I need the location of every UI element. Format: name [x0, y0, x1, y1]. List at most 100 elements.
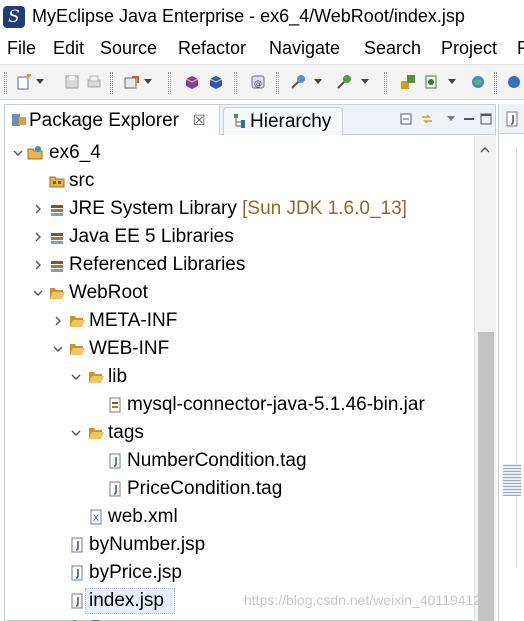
view-tab-bar: Package Explorer ☒ Hierarchy	[5, 105, 495, 135]
tab-label: Package Explorer	[29, 110, 179, 131]
new-package-icon[interactable]	[400, 74, 416, 90]
tree-item-javaee-library[interactable]: Java EE 5 Libraries	[5, 223, 478, 251]
minimize-icon[interactable]	[463, 113, 475, 125]
chevron-down-icon[interactable]	[33, 288, 43, 298]
library-icon	[51, 205, 63, 216]
tree-label: ex6_4	[49, 142, 101, 163]
svg-text:X: X	[93, 514, 99, 524]
tree-item-web-inf[interactable]: WEB-INF	[5, 335, 478, 363]
tree-item-jsp-file[interactable]: byPrice.jsp	[5, 559, 478, 587]
chevron-down-icon[interactable]	[13, 148, 23, 158]
jsp-file-icon	[71, 537, 83, 553]
chevron-down-icon[interactable]	[71, 372, 81, 382]
tab-package-explorer[interactable]: Package Explorer ☒	[5, 105, 220, 135]
new-icon[interactable]	[16, 74, 32, 90]
tag-file-icon	[109, 481, 121, 497]
menu-file[interactable]: File	[7, 38, 36, 59]
debug-icon[interactable]	[290, 74, 306, 90]
tree-item-jar[interactable]: mysql-connector-java-5.1.46-bin.jar	[5, 391, 478, 419]
open-type-icon[interactable]	[184, 74, 200, 90]
tree-label: lib	[108, 366, 128, 387]
tree-label: NumberCondition.tag	[127, 450, 307, 471]
toolbar-grip	[4, 72, 7, 94]
tree-label: PriceCondition.tag	[127, 478, 283, 499]
title-bar: S MyEclipse Java Enterprise - ex6_4/WebR…	[0, 0, 524, 34]
deploy-icon[interactable]	[124, 74, 140, 90]
jre-decoration: [Sun JDK 1.6.0_13]	[242, 198, 407, 219]
tree-label: src	[69, 170, 95, 191]
debug-dropdown-icon[interactable]	[314, 79, 322, 84]
tree-label: byNumber.jsp	[89, 534, 206, 555]
adjacent-view-divider	[516, 148, 522, 568]
tree-item-src[interactable]: src	[5, 167, 478, 195]
tree-item-web-xml[interactable]: X web.xml	[5, 503, 478, 531]
tree-item-tag-file[interactable]: PriceCondition.tag	[5, 475, 478, 503]
chevron-right-icon[interactable]	[53, 316, 63, 326]
hierarchy-icon	[234, 114, 245, 128]
globe-icon[interactable]	[506, 74, 522, 90]
new-class-dropdown-icon[interactable]	[448, 79, 456, 84]
sash-grip[interactable]	[503, 464, 521, 496]
menu-search[interactable]: Search	[364, 38, 421, 59]
menu-refactor[interactable]: Refactor	[178, 38, 246, 59]
tree-item-project[interactable]: ex6_4	[5, 139, 478, 167]
open-resource-icon[interactable]	[208, 74, 224, 90]
toolbar-separator	[110, 72, 113, 94]
tree-item-jre-library[interactable]: JRE System Library [Sun JDK 1.6.0_13]	[5, 195, 478, 223]
vertical-scrollbar[interactable]	[474, 136, 496, 621]
menu-navigate[interactable]: Navigate	[269, 38, 340, 59]
toolbar-separator	[494, 72, 497, 94]
server-icon[interactable]: @	[250, 74, 266, 90]
new-class-icon[interactable]	[424, 74, 440, 90]
tree-item-referenced-libraries[interactable]: Referenced Libraries	[5, 251, 478, 279]
chevron-right-icon[interactable]	[33, 260, 43, 270]
print-icon[interactable]	[86, 74, 102, 90]
menu-run[interactable]: R	[517, 38, 524, 59]
tree-item-next-project[interactable]: ex6_5	[5, 615, 478, 621]
link-with-editor-icon[interactable]	[421, 113, 433, 125]
tree-item-lib[interactable]: lib	[5, 363, 478, 391]
tree-label: index.jsp	[89, 590, 164, 611]
tree-label: web.xml	[108, 506, 178, 527]
main-toolbar: @	[0, 64, 524, 100]
tree-item-meta-inf[interactable]: META-INF	[5, 307, 478, 335]
run-dropdown-icon[interactable]	[361, 79, 369, 84]
tree-label: Referenced Libraries	[69, 254, 246, 275]
chevron-down-icon[interactable]	[71, 428, 81, 438]
folder-open-icon	[70, 344, 85, 355]
tree-item-tags[interactable]: tags	[5, 419, 478, 447]
maximize-icon[interactable]	[480, 113, 492, 125]
deploy-dropdown-icon[interactable]	[144, 79, 152, 84]
menu-project[interactable]: Project	[441, 38, 497, 59]
collapse-all-icon[interactable]	[400, 113, 412, 125]
close-icon[interactable]: ☒	[193, 112, 206, 129]
tree-item-webroot[interactable]: WebRoot	[5, 279, 478, 307]
tree-item-jsp-file[interactable]: byNumber.jsp	[5, 531, 478, 559]
chevron-down-icon[interactable]	[53, 344, 63, 354]
view-menu-icon[interactable]	[445, 113, 457, 125]
tree-label: tags	[108, 422, 144, 443]
tree-label: byPrice.jsp	[89, 562, 182, 583]
tree-label: Java EE 5 Libraries	[69, 226, 234, 247]
tab-label: Hierarchy	[250, 111, 332, 132]
save-icon[interactable]	[64, 74, 80, 90]
chevron-right-icon[interactable]	[33, 204, 43, 214]
chevron-right-icon[interactable]	[33, 232, 43, 242]
scroll-up-icon[interactable]	[480, 145, 490, 155]
tab-hierarchy[interactable]: Hierarchy	[223, 107, 343, 135]
tree-item-tag-file[interactable]: NumberCondition.tag	[5, 447, 478, 475]
browser-icon[interactable]	[470, 74, 486, 90]
tree-label: mysql-connector-java-5.1.46-bin.jar	[127, 394, 425, 415]
menu-source[interactable]: Source	[100, 38, 157, 59]
run-icon[interactable]	[336, 74, 352, 90]
tree-label: WEB-INF	[89, 338, 170, 359]
scrollbar-thumb[interactable]	[478, 332, 494, 621]
adjacent-view-tab[interactable]	[499, 104, 524, 134]
library-icon	[51, 233, 63, 244]
jsp-file-icon	[506, 111, 518, 127]
tree-label: META-INF	[89, 310, 178, 331]
tree-label: WebRoot	[69, 282, 148, 303]
toolbar-separator	[168, 72, 171, 94]
menu-edit[interactable]: Edit	[53, 38, 84, 59]
new-dropdown-icon[interactable]	[36, 79, 44, 84]
